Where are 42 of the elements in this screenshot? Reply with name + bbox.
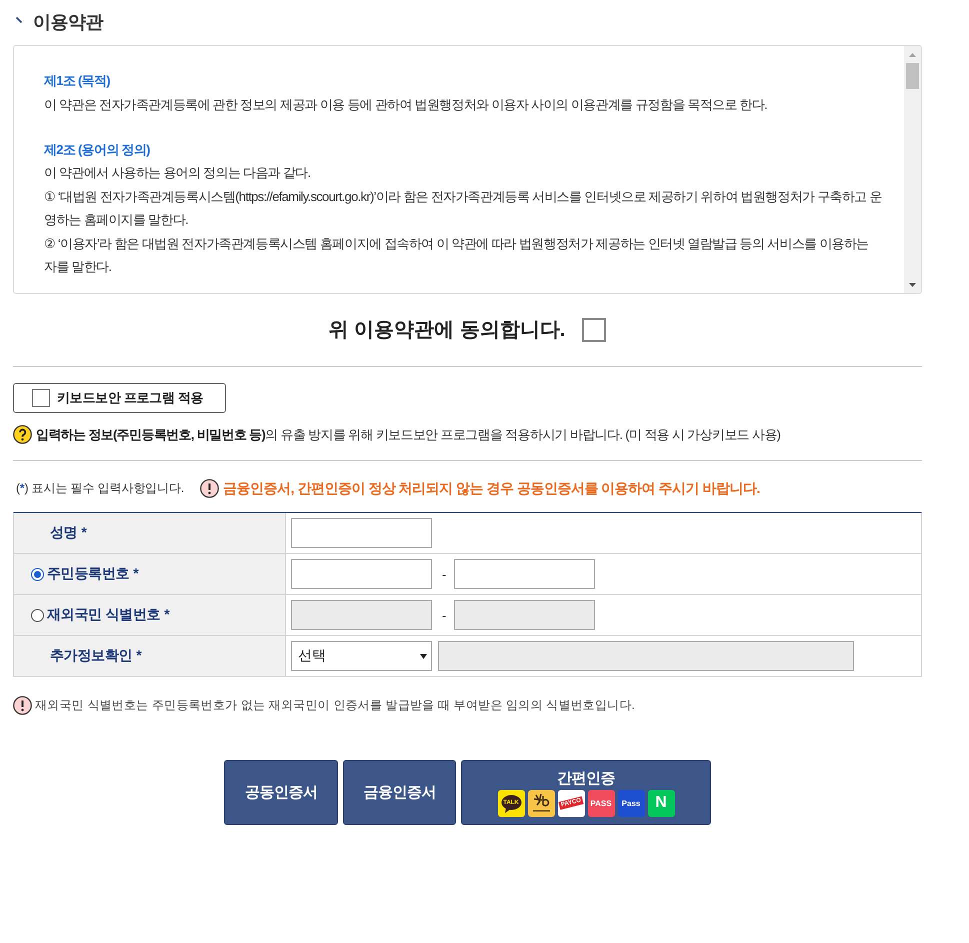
terms-paragraph: ① ‘대법원 전자가족관계등록시스템(https://efamily.scourt.go.kr)’이라 함은 전자가족관계등록 서비스를 인터넷으로 제공하기 위하여 법원행정처가 구축하고 운영하는 홈페이지를 말한다. <box>44 188 882 229</box>
scroll-up-icon[interactable] <box>909 53 916 57</box>
keyboard-security-button[interactable]: 키보드보안 프로그램 적용 <box>13 383 226 413</box>
keyboard-notice: 입력하는 정보(주민등록번호, 비밀번호 등)의 유출 방지를 위해 키보드보안 프로그램을 적용하시기 바랍니다. (미 적용 시 가상키보드 사용) <box>36 426 780 444</box>
footnote-text: 재외국민 식별번호는 주민등록번호가 없는 재외국민이 인증서를 발급받을 때 부여받은 임의의 식별번호입니다. <box>35 697 636 714</box>
field-label: 주민등록번호 * <box>47 565 138 583</box>
article-heading: 제2조 (용어의 정의) <box>44 140 151 159</box>
checkbox[interactable] <box>32 389 50 407</box>
text-input[interactable] <box>291 559 432 589</box>
terms-paragraph: ② ‘이용자’라 함은 대법원 전자가족관계등록시스템 홈페이지에 접속하여 이 약관에 따라 법원행정처가 제공하는 인터넷 열람발급 등의 서비스를 이용하는 자를 말한다. <box>44 234 870 276</box>
text-input[interactable] <box>291 518 432 548</box>
field-label: 추가정보확인 * <box>50 647 142 665</box>
separator-text: - <box>442 566 446 582</box>
exclamation-icon <box>13 696 32 715</box>
agreement-checkbox[interactable] <box>582 318 606 342</box>
radio-button[interactable] <box>31 568 44 580</box>
warning-text: 금융인증서, 간편인증이 정상 처리되지 않는 경우 공동인증서를 이용하여 주시기 바랍니다. <box>223 480 760 498</box>
scroll-down-icon[interactable] <box>909 283 916 287</box>
scrollbar[interactable] <box>904 46 921 293</box>
pass-logo: PASS <box>588 790 614 816</box>
text-input[interactable] <box>454 559 596 589</box>
field-label: 성명 * <box>50 524 87 542</box>
star-logo-icon <box>528 790 554 816</box>
caret-icon <box>420 654 427 658</box>
pass-logo: Pass <box>618 790 644 816</box>
select-dropdown[interactable]: 선택 <box>291 641 432 671</box>
question-icon <box>13 425 32 444</box>
separator-text: - <box>442 608 446 622</box>
radio-button[interactable] <box>31 608 44 622</box>
scrollbar-thumb[interactable] <box>906 63 919 89</box>
letter-n-logo: N <box>648 790 674 816</box>
auth-button[interactable]: 공동인증서 <box>224 760 338 825</box>
auth-button[interactable]: 금융인증서 <box>343 760 456 825</box>
field-label: 재외국민 식별번호 * <box>47 606 170 624</box>
terms-paragraph: 이 약관에서 사용하는 용어의 정의는 다음과 같다. <box>44 164 312 182</box>
article-heading: 제1조 (목적) <box>44 72 111 90</box>
terms-paragraph: 이 약관은 전자가족관계등록에 관한 정보의 제공과 이용 등에 관하여 법원행정처와 이용자 사이의 이용관계를 규정함을 목적으로 한다. <box>44 96 768 114</box>
title-bullet-icon <box>16 16 22 22</box>
exclamation-icon <box>200 479 220 498</box>
agreement-label: 위 이용약관에 동의합니다. <box>328 318 566 343</box>
section-title: 이용약관 <box>33 10 103 34</box>
required-note: (*) 표시는 필수 입력사항입니다. <box>16 480 184 497</box>
